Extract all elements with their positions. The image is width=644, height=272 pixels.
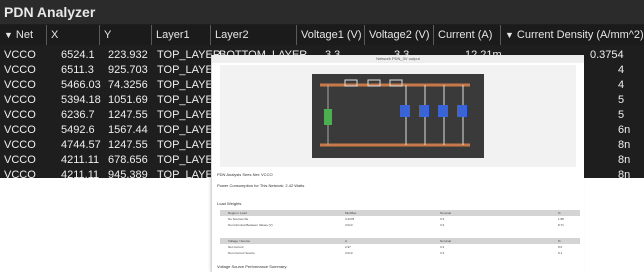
cell-net: VCCO — [4, 49, 36, 61]
table-header: ▼ Net X Y Layer1 Layer2 Voltage1 (V) Volt… — [0, 25, 644, 45]
cell-y: 925.703 — [108, 64, 148, 76]
cell-net: VCCO — [4, 154, 36, 166]
cell-density: 4 — [618, 79, 625, 91]
cell-x: 4211.11 — [61, 169, 100, 178]
column-header-voltage2[interactable]: Voltage2 (V) — [365, 25, 434, 45]
sort-desc-icon: ▼ — [4, 30, 13, 40]
cell-net: VCCO — [4, 94, 36, 106]
cell-density: 4 — [618, 64, 625, 76]
cell-x: 5492.6 — [61, 124, 95, 136]
cell-density: 6n — [618, 124, 631, 136]
cell-x: 5466.03 — [61, 79, 101, 91]
cell-density: 8n — [618, 154, 631, 166]
cell-net: VCCO — [4, 169, 36, 178]
column-header-y[interactable]: Y — [100, 25, 152, 45]
column-header-x[interactable]: X — [47, 25, 100, 45]
cell-y: 223.932 — [108, 49, 148, 61]
cell-density: 8n — [618, 169, 631, 178]
cell-net: VCCO — [4, 139, 36, 151]
report-title: Network PDN_3V output — [212, 55, 584, 63]
cell-y: 1247.55 — [108, 109, 148, 121]
pdn-report-overlay: Network PDN_3V output PDN Analysis Sees … — [211, 55, 584, 272]
cell-x: 6524.1 — [61, 49, 95, 61]
report-load-heading: Load Weights — [217, 201, 242, 206]
report-section-heading: PDN Analysis Sees Net: VCCO — [217, 172, 273, 177]
report-voltage-heading: Voltage Source Performance Summary: — [217, 264, 288, 269]
cell-density: 0.3754 — [590, 49, 624, 61]
cell-x: 6511.3 — [61, 64, 94, 76]
cell-y: 945.389 — [108, 169, 148, 178]
cell-x: 4211.11 — [61, 154, 100, 166]
schematic-diagram — [312, 74, 484, 158]
table-row: Non-Nominal Between Values (V) 3.013 3.3… — [228, 223, 564, 227]
cell-net: VCCO — [4, 109, 36, 121]
cell-y: 678.656 — [108, 154, 148, 166]
schematic-preview — [220, 65, 576, 167]
cell-x: 6236.7 — [61, 109, 95, 121]
column-header-layer1[interactable]: Layer1 — [152, 25, 211, 45]
cell-net: VCCO — [4, 64, 36, 76]
column-header-current-density[interactable]: ▼ Current Density (A/mm^2) — [501, 25, 644, 45]
column-header-current[interactable]: Current (A) — [434, 25, 501, 45]
cell-x: 5394.18 — [61, 94, 101, 106]
cell-density: 5 — [618, 94, 625, 106]
report-power-line: Power Consumption for This Network: 2.42… — [217, 183, 305, 188]
cell-net: VCCO — [4, 79, 36, 91]
cell-y: 1567.44 — [108, 124, 148, 136]
column-header-layer2[interactable]: Layer2 — [211, 25, 297, 45]
column-header-voltage1[interactable]: Voltage1 (V) — [297, 25, 365, 45]
table-row: Non-Current Source 3.013 3.3 9.1 — [228, 251, 563, 255]
column-header-net[interactable]: ▼ Net — [0, 25, 47, 45]
panel-title: PDN Analyzer — [0, 0, 644, 24]
sort-desc-icon: ▼ — [505, 30, 514, 40]
cell-density: 5 — [618, 109, 625, 121]
cell-y: 1247.55 — [108, 139, 148, 151]
cell-net: VCCO — [4, 124, 36, 136]
cell-y: 1051.69 — [108, 94, 148, 106]
cell-x: 4744.57 — [61, 139, 101, 151]
cell-y: 74.3256 — [108, 79, 148, 91]
cell-density: 8n — [618, 139, 631, 151]
